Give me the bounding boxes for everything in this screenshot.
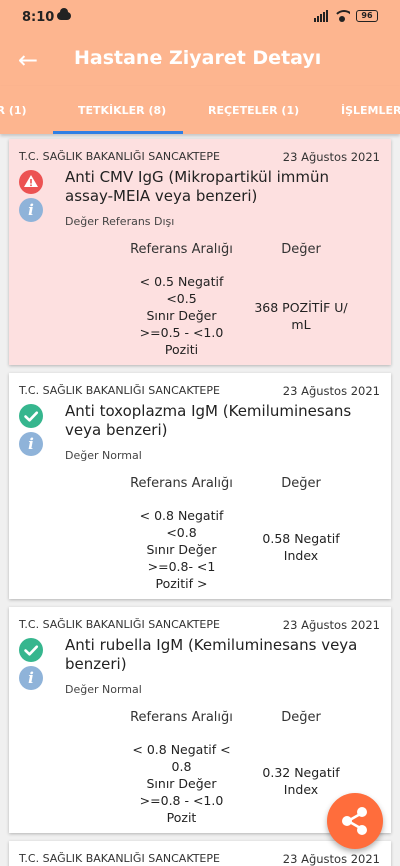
tab-tetkikler[interactable]: TETKİKLER (8) bbox=[78, 104, 166, 117]
hospital-name: T.C. SAĞLIK BAKANLIĞI SANCAKTEPE bbox=[19, 852, 220, 865]
check-icon bbox=[19, 404, 43, 428]
result-date: 23 Ağustos 2021 bbox=[282, 384, 380, 398]
result-value: 0.58 Negatif Index bbox=[262, 531, 340, 563]
info-icon[interactable]: i bbox=[19, 432, 43, 456]
value-header: Değer bbox=[281, 710, 321, 725]
tab-islemler[interactable]: İŞLEMLER bbox=[341, 104, 400, 117]
reference-header: Referans Aralığı bbox=[130, 476, 233, 491]
test-name: Anti rubella IgM (Kemiluminesans veya be… bbox=[65, 636, 358, 673]
result-date: 23 Ağustos 2021 bbox=[282, 150, 380, 164]
result-flag: Değer Referans Dışı bbox=[65, 215, 175, 228]
signal-icon bbox=[314, 10, 328, 22]
reference-header: Referans Aralığı bbox=[130, 710, 233, 725]
result-date: 23 Ağustos 2021 bbox=[282, 852, 380, 866]
reference-range: < 0.5 Negatif <0.5 Sınır Değer >=0.5 - <… bbox=[139, 274, 224, 357]
reference-range: < 0.8 Negatif <0.8 Sınır Değer >=0.8- <1… bbox=[139, 508, 224, 591]
result-date: 23 Ağustos 2021 bbox=[282, 618, 380, 632]
hospital-name: T.C. SAĞLIK BAKANLIĞI SANCAKTEPE bbox=[19, 150, 220, 163]
wifi-icon bbox=[334, 10, 350, 22]
test-name: Anti CMV IgG (Mikropartikül immün assay-… bbox=[65, 168, 330, 205]
status-time: 8:10 bbox=[22, 10, 55, 25]
tab-receteler[interactable]: REÇETELER (1) bbox=[208, 104, 299, 117]
info-icon[interactable]: i bbox=[19, 198, 43, 222]
share-icon bbox=[342, 807, 367, 835]
check-icon bbox=[19, 638, 43, 662]
tab-bar: AR (1) TETKİKLER (8) REÇETELER (1) İŞLEM… bbox=[0, 86, 400, 134]
result-card[interactable]: T.C. SAĞLIK BAKANLIĞI SANCAKTEPE 23 Ağus… bbox=[9, 139, 391, 365]
share-button[interactable] bbox=[327, 793, 383, 849]
value-header: Değer bbox=[281, 476, 321, 491]
results-list[interactable]: T.C. SAĞLIK BAKANLIĞI SANCAKTEPE 23 Ağus… bbox=[0, 134, 400, 866]
value-header: Değer bbox=[281, 242, 321, 257]
result-flag: Değer Normal bbox=[65, 449, 142, 462]
info-icon[interactable]: i bbox=[19, 666, 43, 690]
back-arrow-icon[interactable]: ← bbox=[14, 47, 42, 73]
warning-icon bbox=[19, 170, 43, 194]
result-value: 368 POZİTİF U/ mL bbox=[254, 300, 348, 332]
app-bar: ← Hastane Ziyaret Detayı bbox=[0, 34, 400, 86]
battery-icon: 96 bbox=[356, 10, 378, 22]
status-icons: 96 bbox=[314, 10, 378, 22]
cloud-icon bbox=[57, 8, 71, 20]
hospital-name: T.C. SAĞLIK BAKANLIĞI SANCAKTEPE bbox=[19, 618, 220, 631]
hospital-name: T.C. SAĞLIK BAKANLIĞI SANCAKTEPE bbox=[19, 384, 220, 397]
reference-header: Referans Aralığı bbox=[130, 242, 233, 257]
page-title: Hastane Ziyaret Detayı bbox=[74, 47, 322, 69]
result-card[interactable]: T.C. SAĞLIK BAKANLIĞI SANCAKTEPE 23 Ağus… bbox=[9, 373, 391, 599]
tab-partial-left[interactable]: AR (1) bbox=[0, 104, 27, 117]
reference-range: < 0.8 Negatif < 0.8 Sınır Değer >=0.8 - … bbox=[132, 742, 231, 825]
result-flag: Değer Normal bbox=[65, 683, 142, 696]
test-name: Anti toxoplazma IgM (Kemiluminesans veya… bbox=[65, 402, 352, 439]
status-bar: 8:10 96 bbox=[0, 0, 400, 34]
